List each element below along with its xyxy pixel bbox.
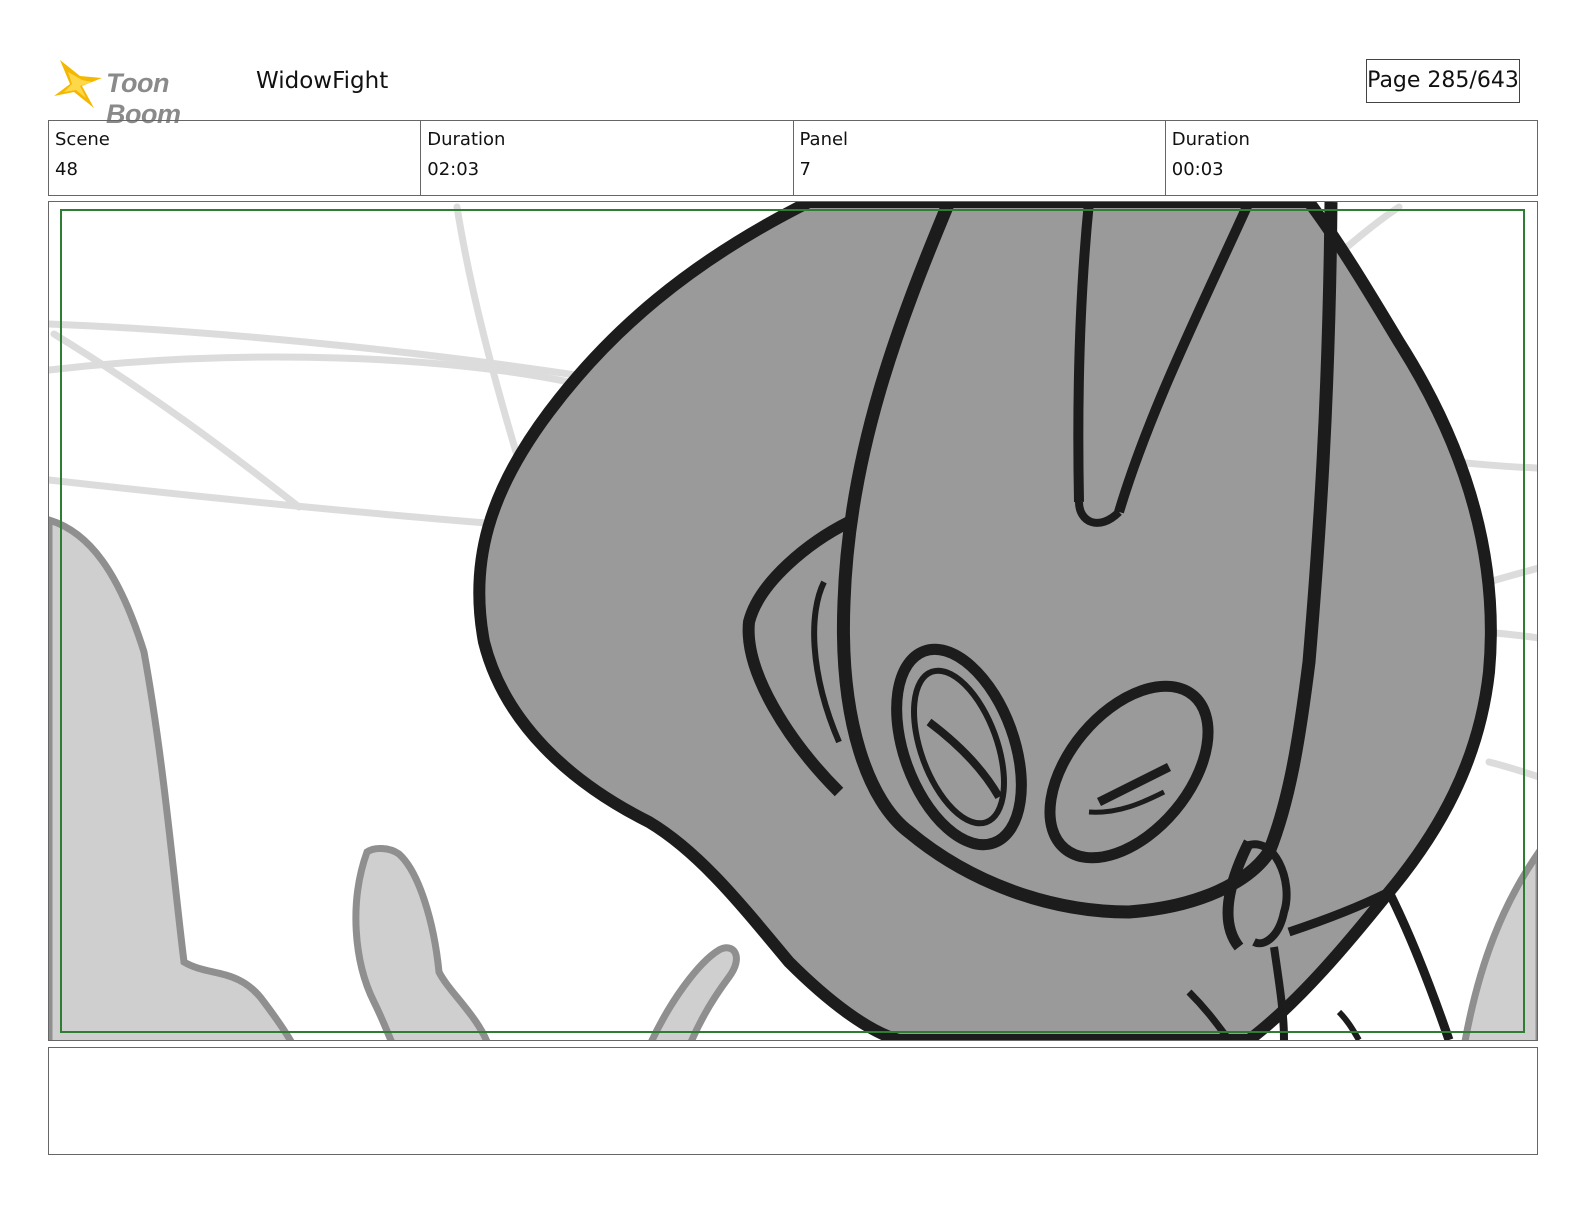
scene-duration-value: 02:03	[427, 159, 480, 180]
panel-drawing	[49, 202, 1537, 1040]
character-head	[473, 202, 1497, 1040]
panel-duration-label: Duration	[1171, 129, 1250, 150]
panel-value: 7	[799, 159, 811, 180]
toon-boom-logo: Toon Boom	[50, 56, 240, 129]
project-title: WidowFight	[256, 68, 389, 94]
panel-duration-cell: Duration 00:03	[1166, 121, 1537, 195]
storyboard-panel	[48, 201, 1538, 1041]
scene-value: 48	[55, 159, 78, 180]
notes-box	[48, 1047, 1538, 1155]
scene-duration-label: Duration	[427, 129, 506, 150]
scene-label: Scene	[55, 129, 110, 150]
panel-cell: Panel 7	[794, 121, 1166, 195]
scene-duration-cell: Duration 02:03	[421, 121, 794, 195]
starburst-icon	[54, 60, 102, 108]
scene-cell: Scene 48	[49, 121, 422, 195]
panel-duration-value: 00:03	[1171, 159, 1224, 180]
page-header: Toon Boom WidowFight Page 285/643	[48, 50, 1538, 129]
scene-info-table: Scene 48 Duration 02:03 Panel 7 Duration…	[48, 120, 1538, 196]
page-counter: Page 285/643	[1366, 59, 1520, 103]
panel-label: Panel	[799, 129, 849, 150]
